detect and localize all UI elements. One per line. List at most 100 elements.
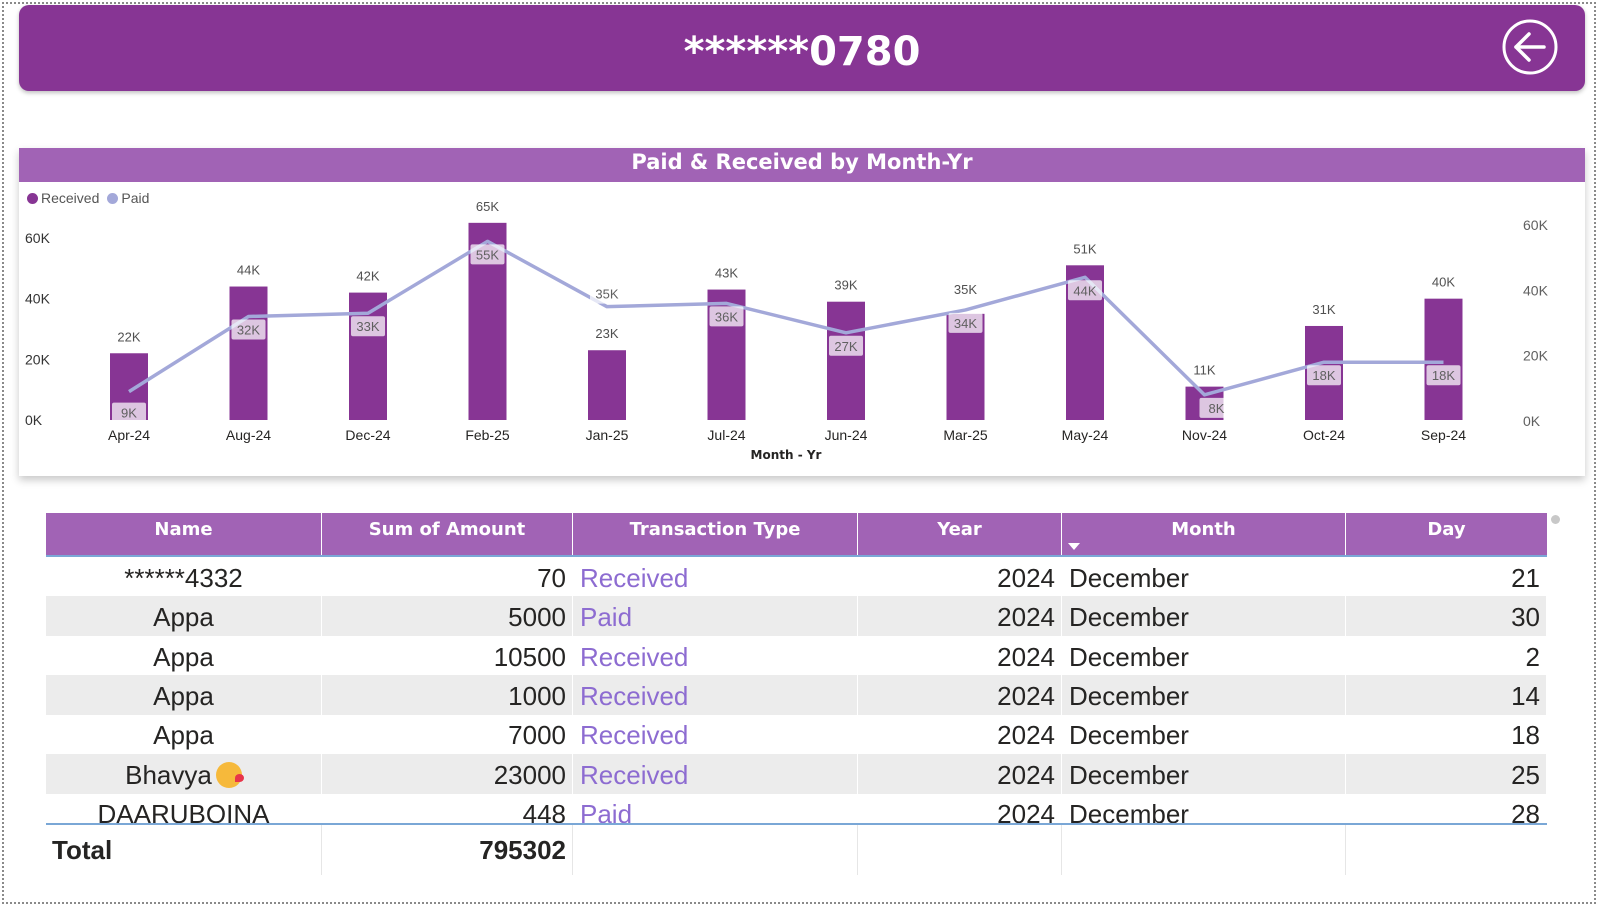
total-value: 795302 xyxy=(322,825,573,875)
scrollbar-handle[interactable] xyxy=(1551,515,1560,524)
cell-month-text: December xyxy=(1069,720,1189,751)
cell-amount-text: 448 xyxy=(522,798,566,824)
cell-year-text: 2024 xyxy=(997,641,1055,672)
col-header-name[interactable]: Name xyxy=(46,513,322,555)
cell-month: December xyxy=(1062,714,1346,755)
col-header-month[interactable]: Month xyxy=(1062,513,1346,555)
data-label-paid: 34K xyxy=(954,316,977,331)
back-arrow-icon[interactable] xyxy=(1502,19,1558,75)
cell-name: ******4332 xyxy=(46,557,322,597)
table-row[interactable]: Appa 7000 Received 2024 December 18 xyxy=(46,714,1547,755)
cell-type: Received xyxy=(573,753,858,794)
y-axis-tick-label: 20K xyxy=(25,351,51,367)
cell-type-text: Received xyxy=(580,720,689,751)
cell-year: 2024 xyxy=(858,792,1062,824)
col-header-month-label: Month xyxy=(1171,519,1236,540)
data-label-paid: 36K xyxy=(715,309,738,324)
cell-day: 18 xyxy=(1346,714,1547,755)
cell-month-text: December xyxy=(1069,563,1189,593)
cell-amount: 23000 xyxy=(322,753,573,794)
data-label-paid: 27K xyxy=(834,339,857,354)
data-label-received: 11K xyxy=(1193,363,1215,378)
cell-name-text: Appa xyxy=(153,641,214,672)
col-header-type[interactable]: Transaction Type xyxy=(573,513,858,555)
total-cell-year xyxy=(858,825,1062,875)
cell-name: DAARUBOINA xyxy=(46,792,322,824)
cell-year-text: 2024 xyxy=(997,602,1055,633)
cell-amount-text: 7000 xyxy=(508,720,566,751)
data-label-paid: 33K xyxy=(356,319,379,334)
data-label-received: 65K xyxy=(476,199,499,214)
cell-type: Received xyxy=(573,635,858,676)
cell-year-text: 2024 xyxy=(997,680,1055,711)
cell-amount: 1000 xyxy=(322,674,573,715)
line-paid xyxy=(128,239,1444,397)
table-row[interactable]: Appa 10500 Received 2024 December 2 xyxy=(46,635,1547,676)
col-header-year[interactable]: Year xyxy=(858,513,1062,555)
y-axis-tick-label: 60K xyxy=(25,230,51,246)
data-label-paid: 9K xyxy=(121,406,137,421)
cell-month-text: December xyxy=(1069,602,1189,633)
cell-day-text: 28 xyxy=(1511,798,1540,824)
cell-name: Bhavya xyxy=(46,753,322,794)
cell-amount-text: 1000 xyxy=(508,680,566,711)
page-title: ******0780 xyxy=(683,29,921,75)
bar-received xyxy=(588,350,626,420)
cell-type: Paid xyxy=(573,792,858,824)
cell-name-text: DAARUBOINA xyxy=(97,798,270,824)
cell-amount: 5000 xyxy=(322,596,573,637)
x-axis-tick-label: Jan-25 xyxy=(586,427,629,443)
cell-month: December xyxy=(1062,635,1346,676)
table-row[interactable]: Appa 1000 Received 2024 December 14 xyxy=(46,674,1547,715)
cell-amount: 7000 xyxy=(322,714,573,755)
chart-card: 0K 20K 40K 60K 0K 20K 40K 60K 9K 32K 33K 55K 35K 36K 2… xyxy=(19,148,1585,476)
data-label-received: 40K xyxy=(1432,275,1455,290)
cell-year-text: 2024 xyxy=(997,563,1055,593)
x-axis-tick-label: Dec-24 xyxy=(345,427,390,443)
table-row[interactable]: Bhavya 23000 Received 2024 December 25 xyxy=(46,753,1547,794)
cell-year-text: 2024 xyxy=(997,759,1055,790)
cell-month: December xyxy=(1062,674,1346,715)
cell-year: 2024 xyxy=(858,557,1062,597)
data-label-received: 43K xyxy=(715,266,738,281)
sort-descending-icon[interactable] xyxy=(1068,543,1080,550)
chart-legend[interactable]: Received Paid xyxy=(27,190,157,206)
bar-received xyxy=(1424,298,1463,420)
x-axis-tick-label: Apr-24 xyxy=(108,427,150,443)
cell-amount: 70 xyxy=(322,557,573,597)
y2-axis-tick-label: 20K xyxy=(1523,348,1549,364)
cell-day-text: 2 xyxy=(1525,641,1540,672)
col-header-amount[interactable]: Sum of Amount xyxy=(322,513,573,555)
legend-swatch-paid xyxy=(107,192,119,204)
cell-day: 14 xyxy=(1346,674,1547,715)
legend-item-received[interactable]: Received xyxy=(27,190,99,206)
table-header: Name Sum of Amount Transaction Type Year… xyxy=(46,513,1547,557)
cell-name: Appa xyxy=(46,714,322,755)
data-label-paid: 8K xyxy=(1209,401,1225,416)
chart-title: Paid & Received by Month-Yr xyxy=(631,150,973,174)
cell-type: Received xyxy=(573,557,858,597)
cell-amount-text: 70 xyxy=(537,563,566,593)
legend-item-paid[interactable]: Paid xyxy=(107,190,149,206)
data-label-paid: 32K xyxy=(237,322,260,337)
cell-day: 21 xyxy=(1346,557,1547,597)
cell-month: December xyxy=(1062,792,1346,824)
cell-year: 2024 xyxy=(858,674,1062,715)
cell-name: Appa xyxy=(46,596,322,637)
cell-month: December xyxy=(1062,753,1346,794)
cell-day-text: 30 xyxy=(1511,602,1540,633)
table-row[interactable]: ******4332 70 Received 2024 December 21 xyxy=(46,557,1547,597)
table-body[interactable]: ******4332 70 Received 2024 December 21 Appa 50… xyxy=(46,557,1547,824)
y2-axis-tick-label: 60K xyxy=(1523,217,1549,233)
cell-type-text: Received xyxy=(580,759,689,790)
bar-received xyxy=(229,286,268,420)
x-axis-tick-label: Sep-24 xyxy=(1421,427,1466,443)
data-label-received: 42K xyxy=(356,269,379,284)
cell-type-text: Received xyxy=(580,680,689,711)
col-header-day[interactable]: Day xyxy=(1346,513,1547,555)
cell-day: 25 xyxy=(1346,753,1547,794)
x-axis-tick-label: Mar-25 xyxy=(943,427,988,443)
table-row[interactable]: DAARUBOINA 448 Paid 2024 December 28 xyxy=(46,792,1547,824)
table-row[interactable]: Appa 5000 Paid 2024 December 30 xyxy=(46,596,1547,637)
cell-year: 2024 xyxy=(858,635,1062,676)
